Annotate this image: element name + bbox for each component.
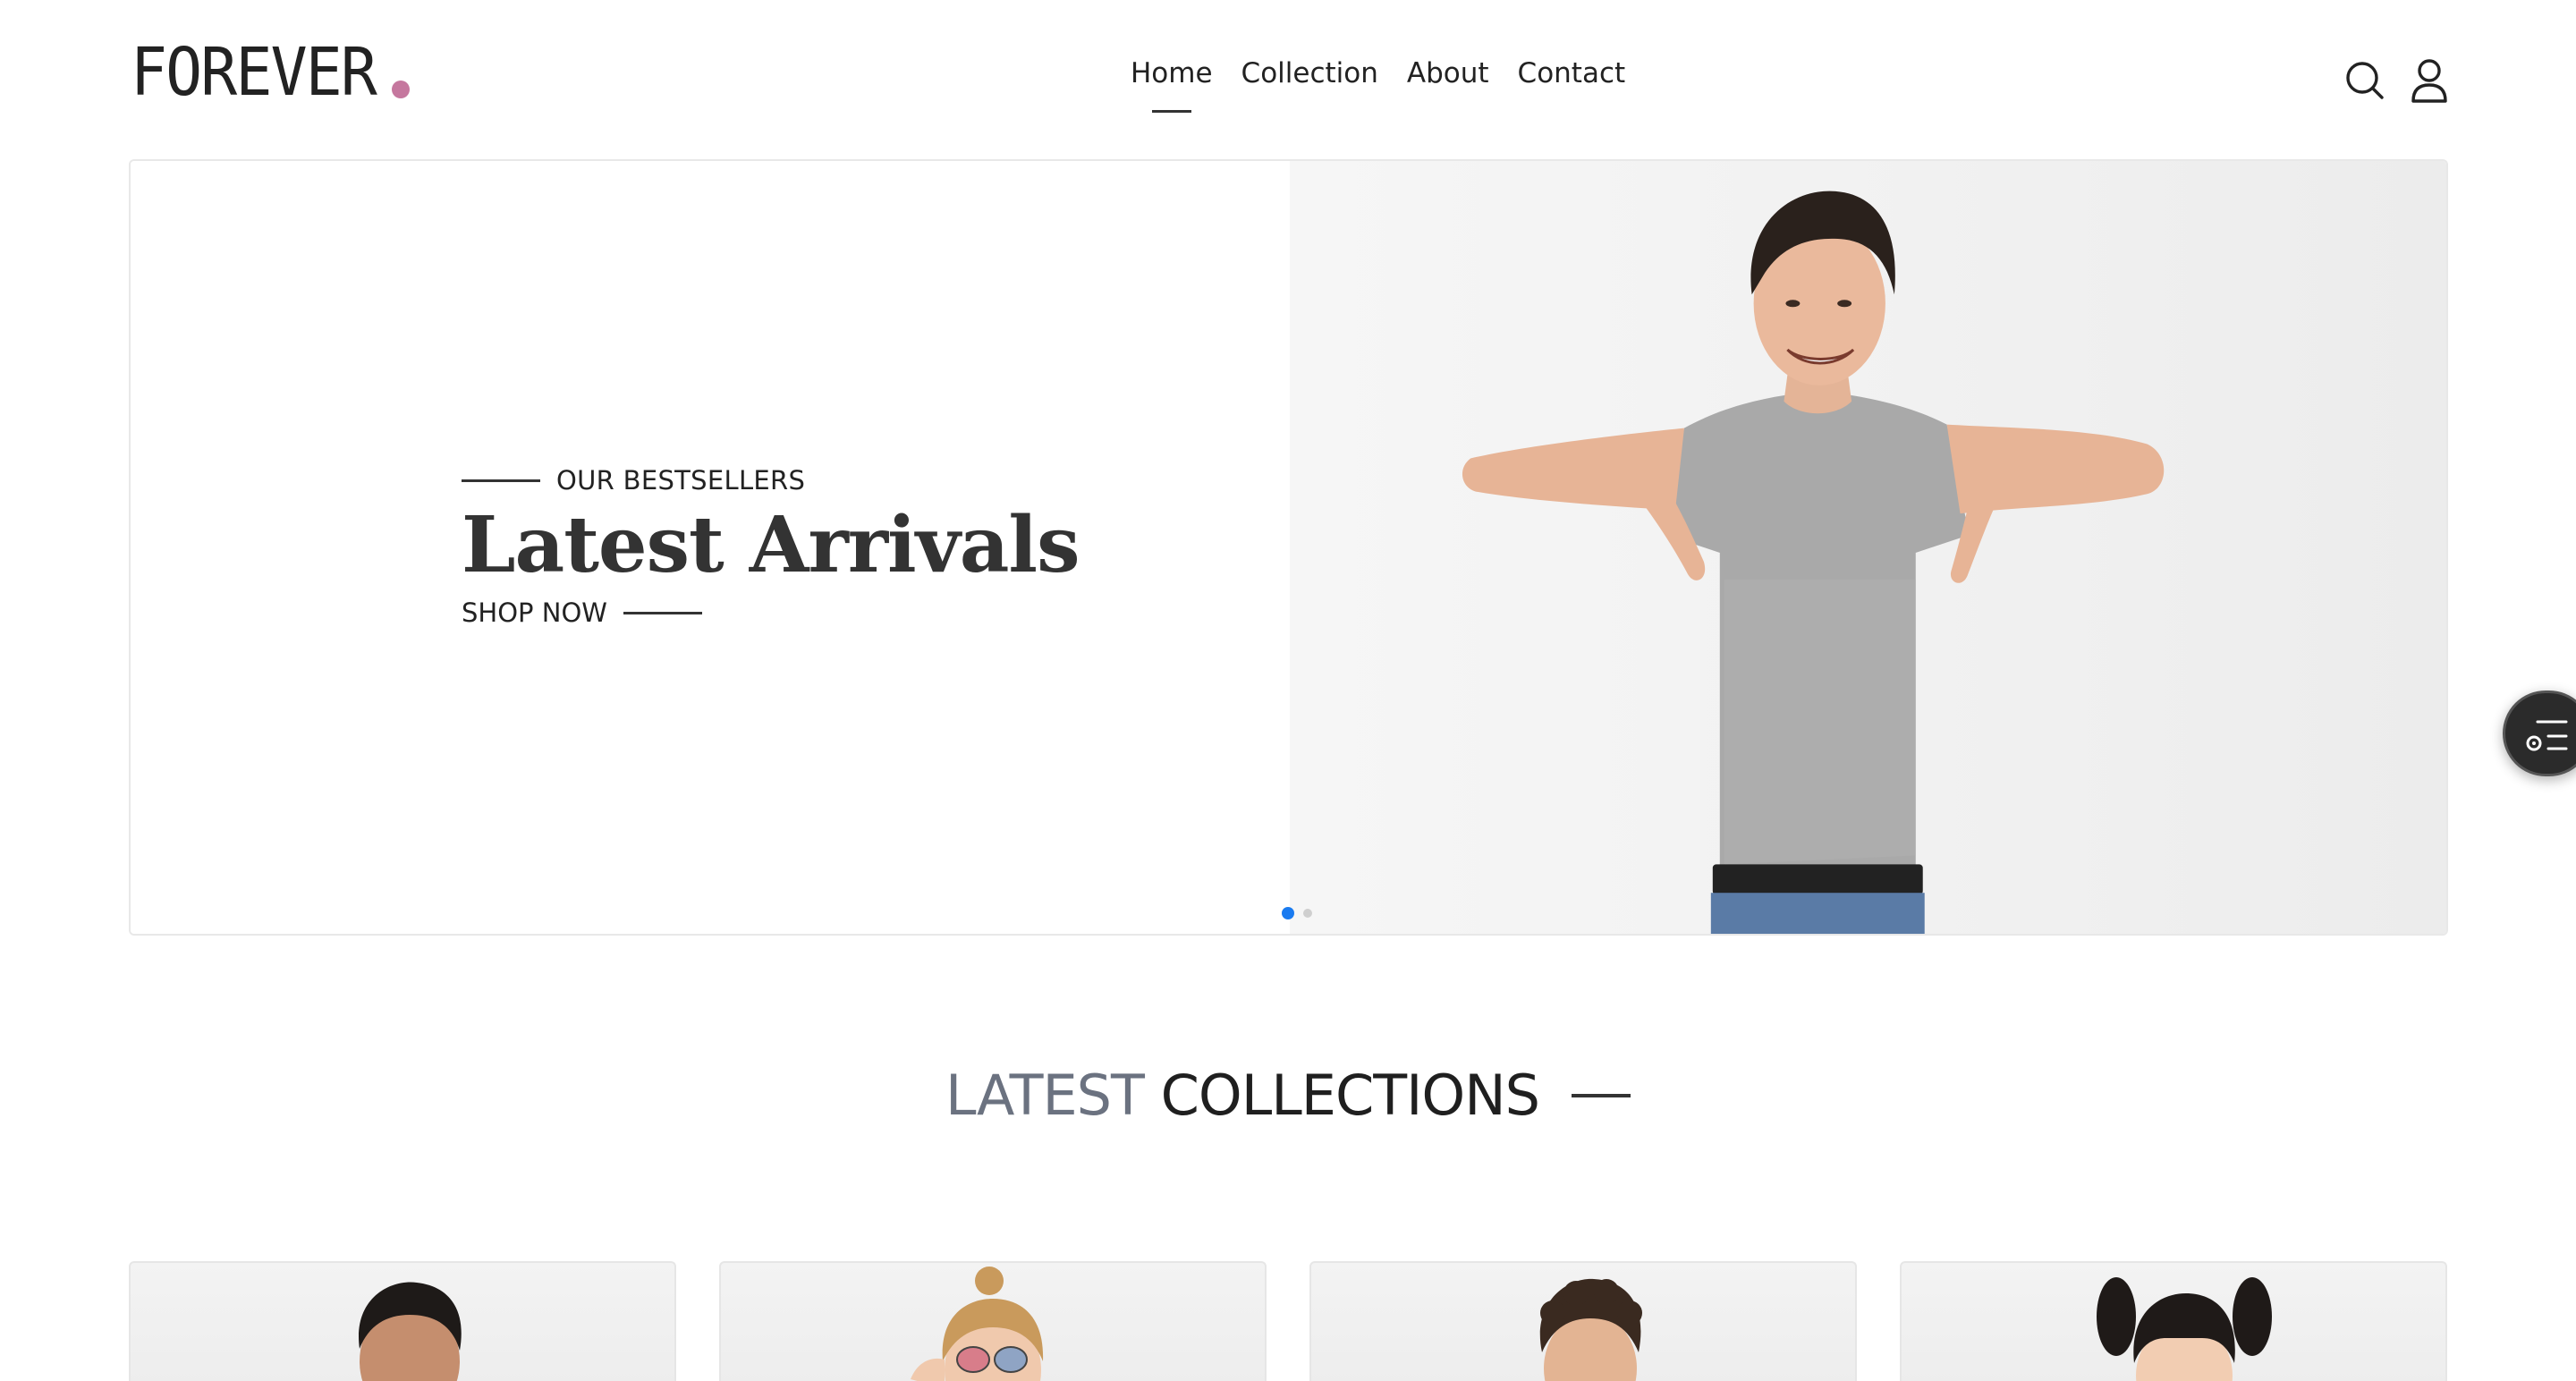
hero-text-panel: OUR BESTSELLERS Latest Arrivals SHOP NOW [131, 161, 1290, 934]
curly-hair-man-product-photo [1539, 1278, 1642, 1381]
site-header: FOREVER Home Collection About Contact [0, 0, 2576, 157]
nav-item-collection[interactable]: Collection [1241, 57, 1378, 89]
hero-eyebrow: OUR BESTSELLERS [462, 465, 1080, 496]
nav-item-about[interactable]: About [1407, 57, 1489, 89]
product-card[interactable] [1309, 1261, 1857, 1381]
hero-eyebrow-text: OUR BESTSELLERS [556, 465, 806, 496]
product-card[interactable] [1900, 1261, 2447, 1381]
section-title-text: LATEST COLLECTIONS [945, 1063, 1540, 1128]
hero-copy: OUR BESTSELLERS Latest Arrivals SHOP NOW [462, 465, 1080, 628]
shop-now-link[interactable]: SHOP NOW [462, 597, 1080, 628]
shop-now-label: SHOP NOW [462, 597, 607, 628]
slider-dot-1[interactable] [1282, 907, 1294, 919]
search-icon [2346, 62, 2384, 99]
section-title-rule [1571, 1093, 1631, 1097]
man-product-photo [359, 1282, 462, 1381]
product-card[interactable] [129, 1261, 676, 1381]
slider-dot-2[interactable] [1303, 909, 1312, 918]
nav-item-contact[interactable]: Contact [1518, 57, 1626, 89]
slider-dots [1282, 907, 1312, 919]
hero-banner: OUR BESTSELLERS Latest Arrivals SHOP NOW [129, 159, 2448, 936]
hero-title: Latest Arrivals [462, 500, 1080, 590]
hero-model-photo [1462, 191, 2165, 934]
main-nav: Home Collection About Contact [1131, 57, 1625, 89]
latest-collections-heading: LATEST COLLECTIONS [0, 1063, 2576, 1128]
hero-image [1290, 161, 2446, 934]
brand-logo-dot [391, 80, 410, 98]
product-card[interactable] [719, 1261, 1267, 1381]
nav-item-home[interactable]: Home [1131, 57, 1213, 89]
profile-button[interactable] [2404, 55, 2454, 106]
user-profile-icon [2411, 59, 2447, 103]
shop-now-rule [623, 611, 702, 614]
search-button[interactable] [2340, 55, 2390, 106]
floating-settings-button[interactable] [2503, 690, 2576, 776]
settings-list-icon [2526, 720, 2568, 751]
section-title-bold: COLLECTIONS [1160, 1063, 1540, 1128]
brand-logo-text: FOREVER [131, 34, 377, 111]
section-title-light: LATEST [945, 1063, 1145, 1128]
woman-sunglasses-product-photo [911, 1267, 1044, 1381]
product-grid [129, 1261, 2447, 1381]
girl-pigtails-product-photo [2097, 1277, 2272, 1381]
eyebrow-rule [462, 479, 540, 482]
brand-logo[interactable]: FOREVER [131, 34, 410, 111]
